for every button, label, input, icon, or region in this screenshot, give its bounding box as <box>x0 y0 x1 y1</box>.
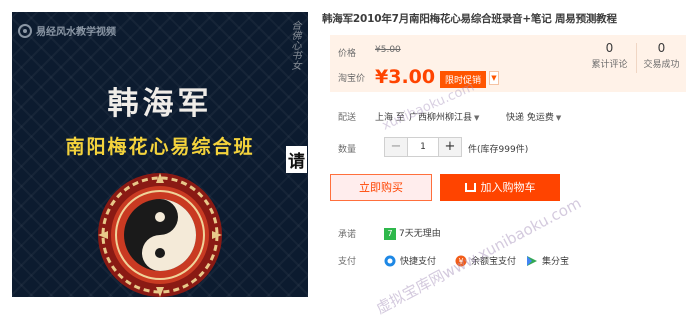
promo-dropdown-arrow-icon[interactable]: ▼ <box>489 71 499 85</box>
promise-text: 7天无理由 <box>399 229 441 239</box>
ship-to-selector[interactable]: 广西柳州柳江县 ▼ <box>409 110 479 123</box>
orig-price-value: ¥5.00 <box>375 45 401 55</box>
ship-from: 上海 至 <box>375 113 405 123</box>
chevron-down-icon: ▼ <box>555 114 562 122</box>
sale-price-label: 淘宝价 <box>338 74 366 84</box>
sales-label: 交易成功 <box>643 60 680 70</box>
yuebao-icon: ¥ <box>455 255 467 266</box>
price-box: 价格 ¥5.00 淘宝价 ¥3.00 限时促销 ▼ 0 累计评论 0 交易成功 <box>330 35 686 92</box>
ship-method: 快递 免运费 <box>506 113 554 123</box>
ship-to: 广西柳州柳江县 <box>409 113 473 123</box>
add-to-cart-label: 加入购物车 <box>480 181 536 194</box>
side-glyph: 请 <box>286 146 307 173</box>
brand-watermark: 易经风水教学视频 <box>18 23 116 38</box>
payment-row: 支付 快捷支付 ¥ 余额宝支付 集分宝 <box>330 254 686 268</box>
quantity-input[interactable] <box>407 138 439 156</box>
promise-label: 承诺 <box>338 230 357 240</box>
product-main-image[interactable]: 易经风水教学视频 合佛心书女 韩海军 南阳梅花心易综合班 <box>12 12 308 297</box>
payment-method-label: 余额宝支付 <box>471 257 517 267</box>
seal-artwork: 合佛心书女 <box>289 20 300 70</box>
sales-stat[interactable]: 0 交易成功 <box>634 41 689 70</box>
promo-badge: 限时促销 <box>440 71 487 88</box>
shipping-row: 配送 上海 至 广西柳州柳江县 ▼ 快递 免运费 ▼ <box>330 110 686 124</box>
chevron-down-icon: ▼ <box>474 114 480 122</box>
buy-now-button[interactable]: 立即购买 <box>330 174 432 201</box>
quantity-minus-button[interactable]: − <box>385 138 407 156</box>
quantity-unit-stock: 件(库存999件) <box>468 145 529 155</box>
sales-count: 0 <box>657 41 666 55</box>
brand-text: 易经风水教学视频 <box>36 27 116 38</box>
payment-method-label: 集分宝 <box>542 257 570 267</box>
promise-item[interactable]: 7 7天无理由 <box>384 226 441 240</box>
quantity-stepper: − + <box>384 137 462 157</box>
svg-text:¥: ¥ <box>458 257 463 266</box>
reviews-count: 0 <box>605 41 614 55</box>
jifenbao-icon <box>527 255 537 266</box>
payment-method-jifenbao[interactable]: 集分宝 <box>526 254 569 267</box>
brand-logo-icon <box>18 23 32 38</box>
quantity-label: 数量 <box>338 145 357 155</box>
payment-label: 支付 <box>338 257 357 267</box>
sale-price-value: ¥3.00 <box>375 66 436 88</box>
payment-method-quick[interactable]: 快捷支付 <box>384 254 436 267</box>
product-info-panel: 韩海军2010年7月南阳梅花心易综合班录音+笔记 周易预测教程 价格 ¥5.00… <box>322 0 690 317</box>
product-title: 韩海军2010年7月南阳梅花心易综合班录音+笔记 周易预测教程 <box>322 13 617 25</box>
shipping-label: 配送 <box>338 113 357 123</box>
orig-price-label: 价格 <box>338 49 357 59</box>
cart-icon <box>464 183 476 192</box>
course-title: 南阳梅花心易综合班 <box>65 136 255 158</box>
payment-method-label: 快捷支付 <box>400 257 437 267</box>
reviews-label: 累计评论 <box>591 60 628 70</box>
ship-method-selector[interactable]: 快递 免运费 ▼ <box>506 110 561 123</box>
seven-day-return-icon: 7 <box>384 227 396 240</box>
quantity-plus-button[interactable]: + <box>439 138 461 156</box>
add-to-cart-button[interactable]: 加入购物车 <box>440 174 560 201</box>
payment-method-yuebao[interactable]: ¥ 余额宝支付 <box>455 254 516 267</box>
reviews-stat[interactable]: 0 累计评论 <box>582 41 637 70</box>
taiji-emblem-icon <box>98 173 222 297</box>
quick-pay-icon <box>384 255 396 266</box>
quantity-row: 数量 − + 件(库存999件) <box>330 137 686 157</box>
author-name: 韩海军 <box>107 86 213 122</box>
promise-row: 承诺 7 7天无理由 <box>330 227 686 241</box>
